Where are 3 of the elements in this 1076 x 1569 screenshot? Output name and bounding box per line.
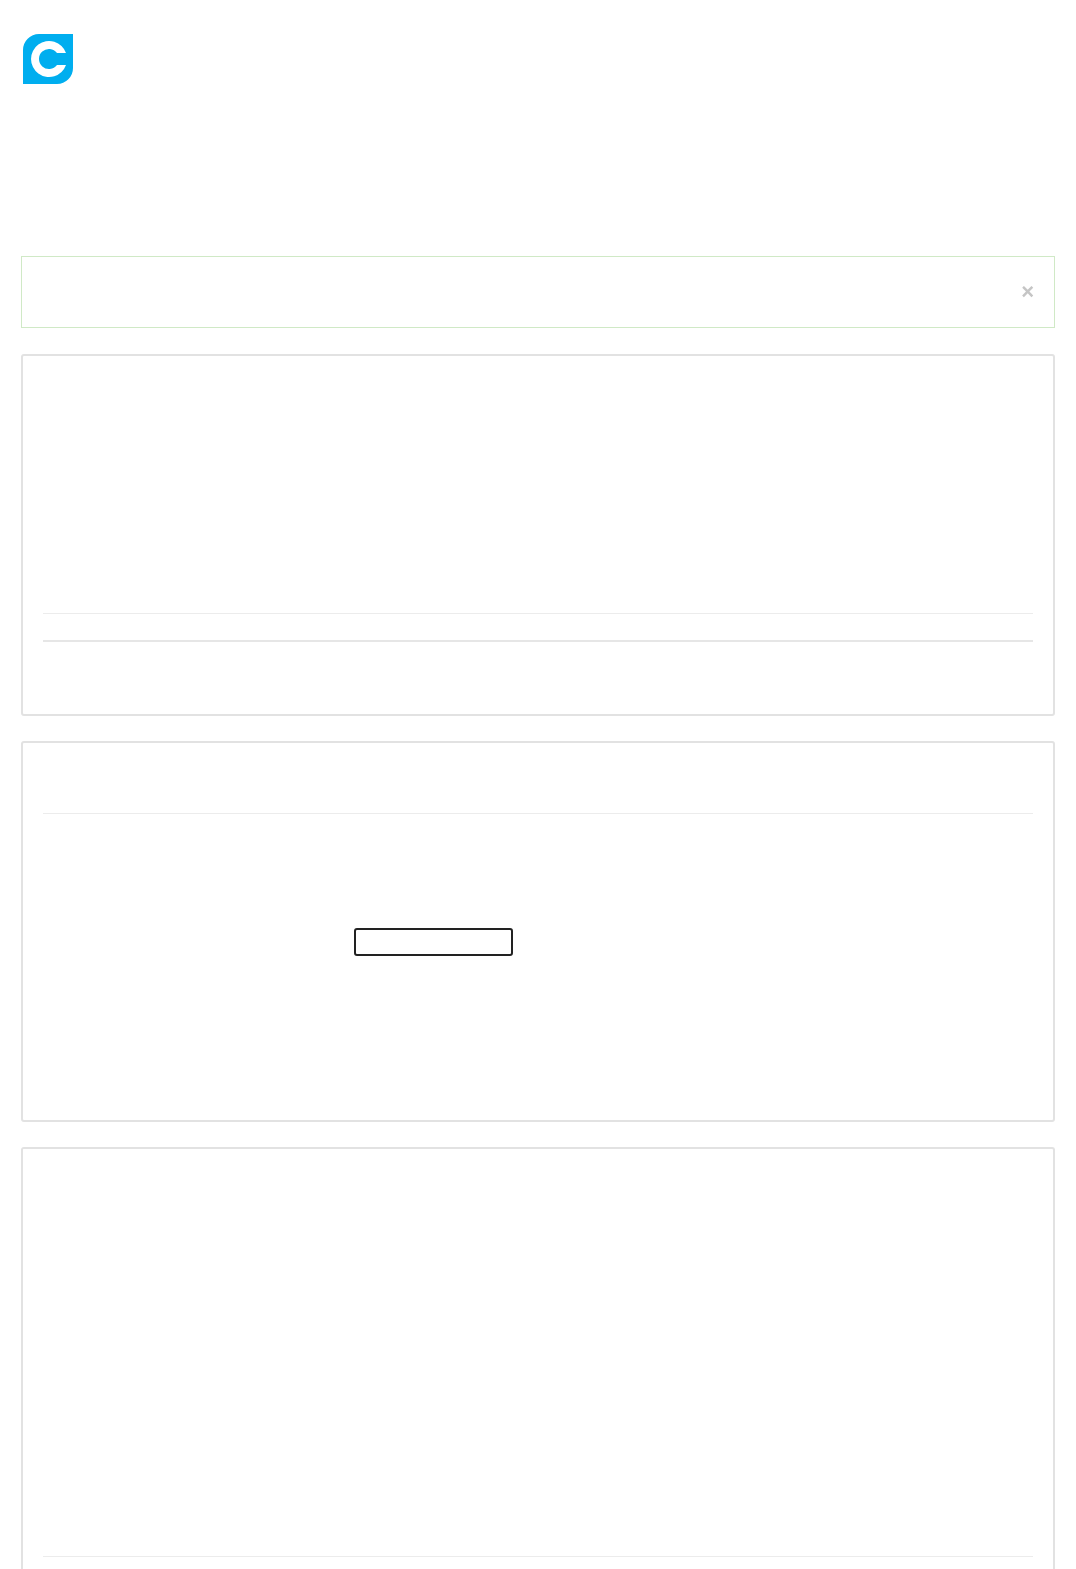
logo-icon xyxy=(23,34,73,84)
close-button[interactable]: × xyxy=(1021,281,1034,303)
input-field[interactable] xyxy=(354,928,513,956)
